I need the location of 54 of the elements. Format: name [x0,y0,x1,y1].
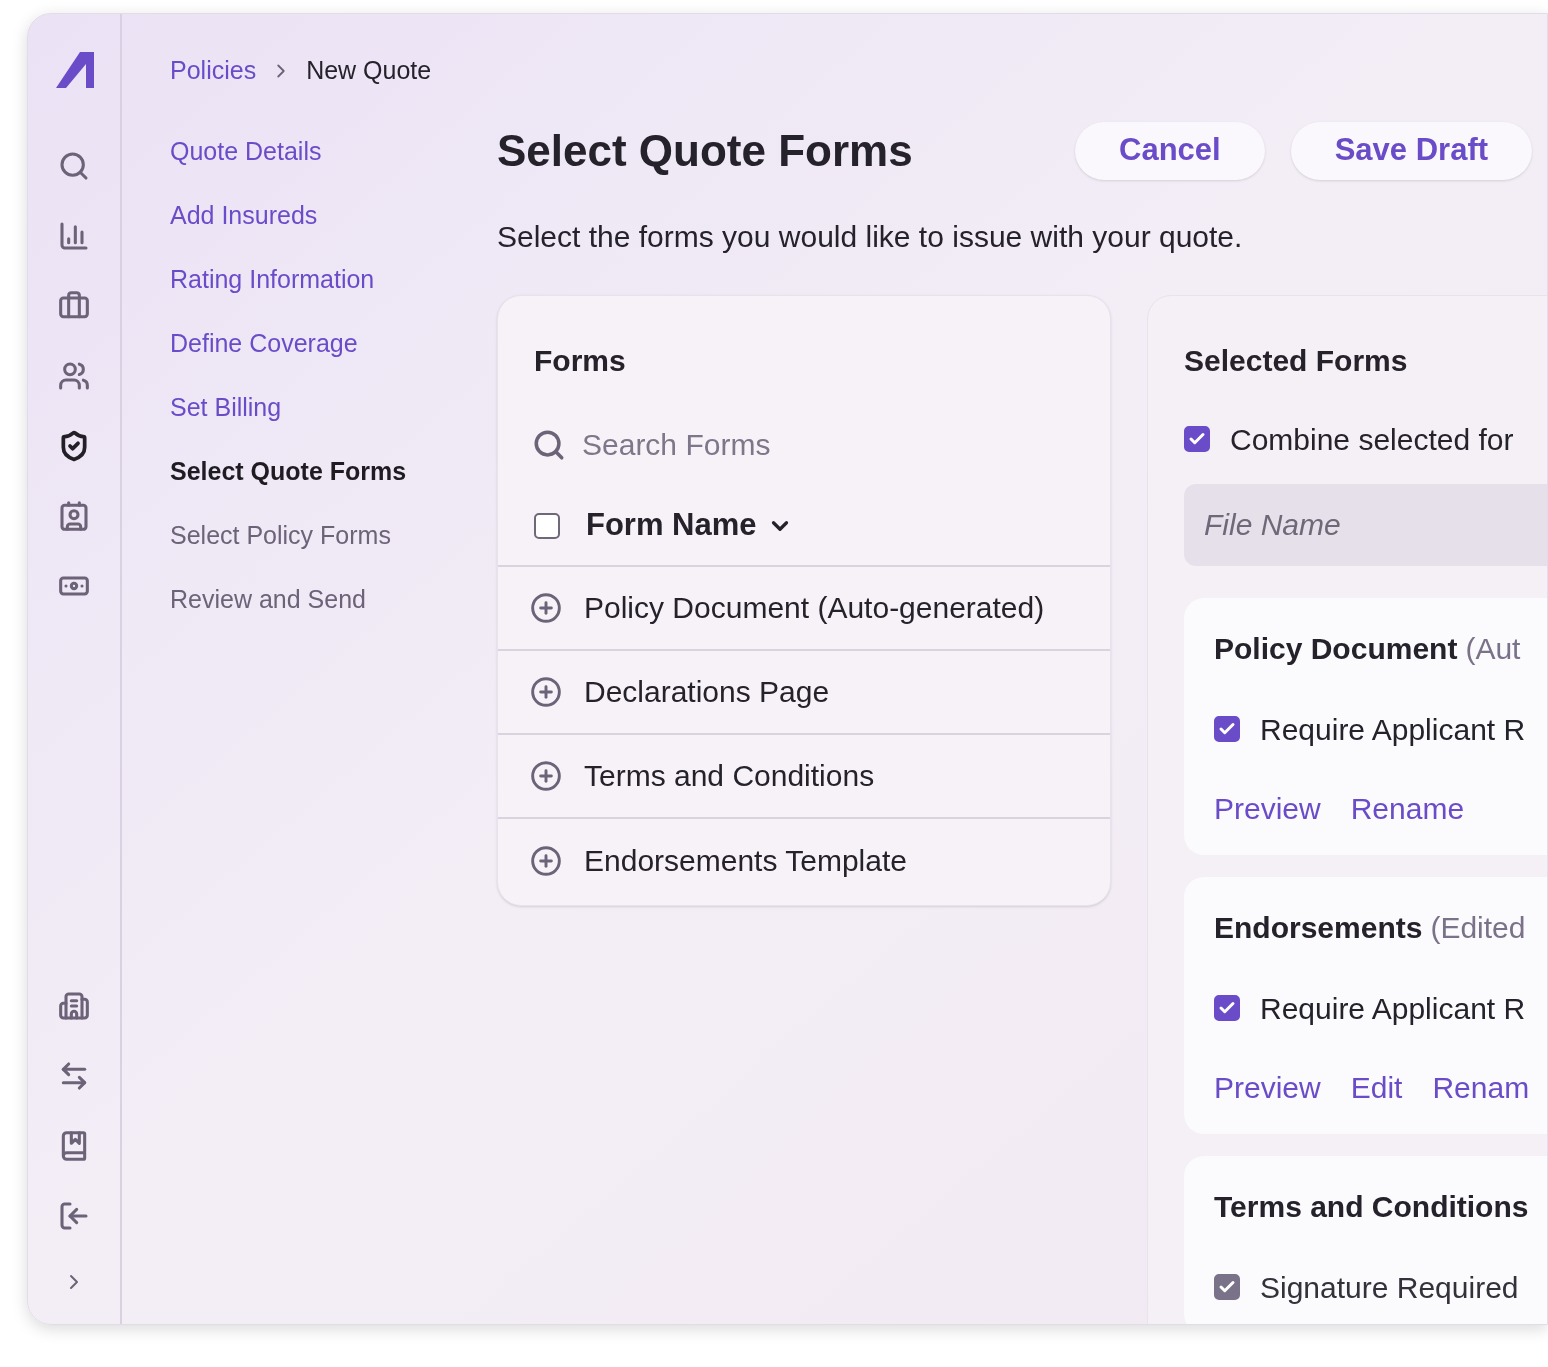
search-icon[interactable] [58,150,90,182]
form-name: Declarations Page [584,674,830,710]
buildings-icon[interactable] [58,990,90,1022]
card-title: Policy Document [1214,630,1458,667]
step-link[interactable]: Review and Send [170,581,497,616]
page-subtitle: Select the forms you would like to issue with your quote. [497,218,1244,255]
users-icon[interactable] [58,360,90,392]
checkbox[interactable] [1184,426,1210,452]
card-title: Terms and Conditions [1214,1188,1529,1225]
form-name: Terms and Conditions [584,758,875,794]
step-link[interactable]: Quote Details [170,133,497,168]
checkbox-label: Signature Required [1260,1269,1519,1306]
checkbox[interactable] [1214,995,1240,1021]
step-link[interactable]: Define Coverage [170,325,497,360]
step-link[interactable]: Set Billing [170,389,497,424]
sign-out-icon[interactable] [58,1200,90,1232]
add-icon[interactable] [530,844,562,877]
action-link[interactable]: Renam [1432,1064,1530,1110]
add-icon[interactable] [530,675,562,708]
breadcrumb-current: New Quote [306,55,432,86]
form-name: Endorsements Template [584,843,907,879]
add-icon[interactable] [530,591,562,624]
checkbox-label: Combine selected for [1230,421,1514,458]
card-note: (Edited [1430,909,1526,946]
search-field[interactable]: Search Forms [582,422,982,467]
step-link[interactable]: Add Insureds [170,197,497,232]
save-draft-button[interactable]: Save Draft [1290,121,1533,180]
card-title: Endorsements [1214,909,1423,946]
sort-column-header[interactable]: Form Name [586,502,793,549]
panel-title: Selected Forms [1184,342,1409,379]
search-icon [532,427,566,462]
panel-title: Forms [533,342,627,379]
shield-check-icon[interactable] [58,430,90,462]
action-link[interactable]: Preview [1214,1064,1321,1110]
checkbox-label: Require Applicant R [1260,711,1526,748]
action-link[interactable]: Edit [1350,1064,1403,1110]
action-link[interactable]: Rename [1350,785,1465,831]
add-icon[interactable] [530,759,562,792]
file-name-field[interactable]: File Name [1184,483,1547,566]
card-note: (Aut [1465,630,1521,667]
cancel-button[interactable]: Cancel [1075,121,1265,180]
checkbox[interactable] [534,512,560,539]
bar-chart-icon[interactable] [58,220,90,252]
breadcrumb-link[interactable]: Policies [170,52,257,90]
page-title: Select Quote Forms [497,124,914,177]
step-link[interactable]: Select Quote Forms [170,453,497,488]
form-name: Policy Document (Auto-generated) [584,590,1045,626]
checkbox[interactable] [1214,716,1240,742]
logo-icon[interactable] [54,50,94,90]
action-link[interactable]: Preview [1214,785,1321,831]
step-link[interactable]: Rating Information [170,261,497,296]
checkbox-label: Require Applicant R [1260,990,1526,1027]
contact-list-icon[interactable] [58,500,90,532]
step-link[interactable]: Select Policy Forms [170,517,497,552]
